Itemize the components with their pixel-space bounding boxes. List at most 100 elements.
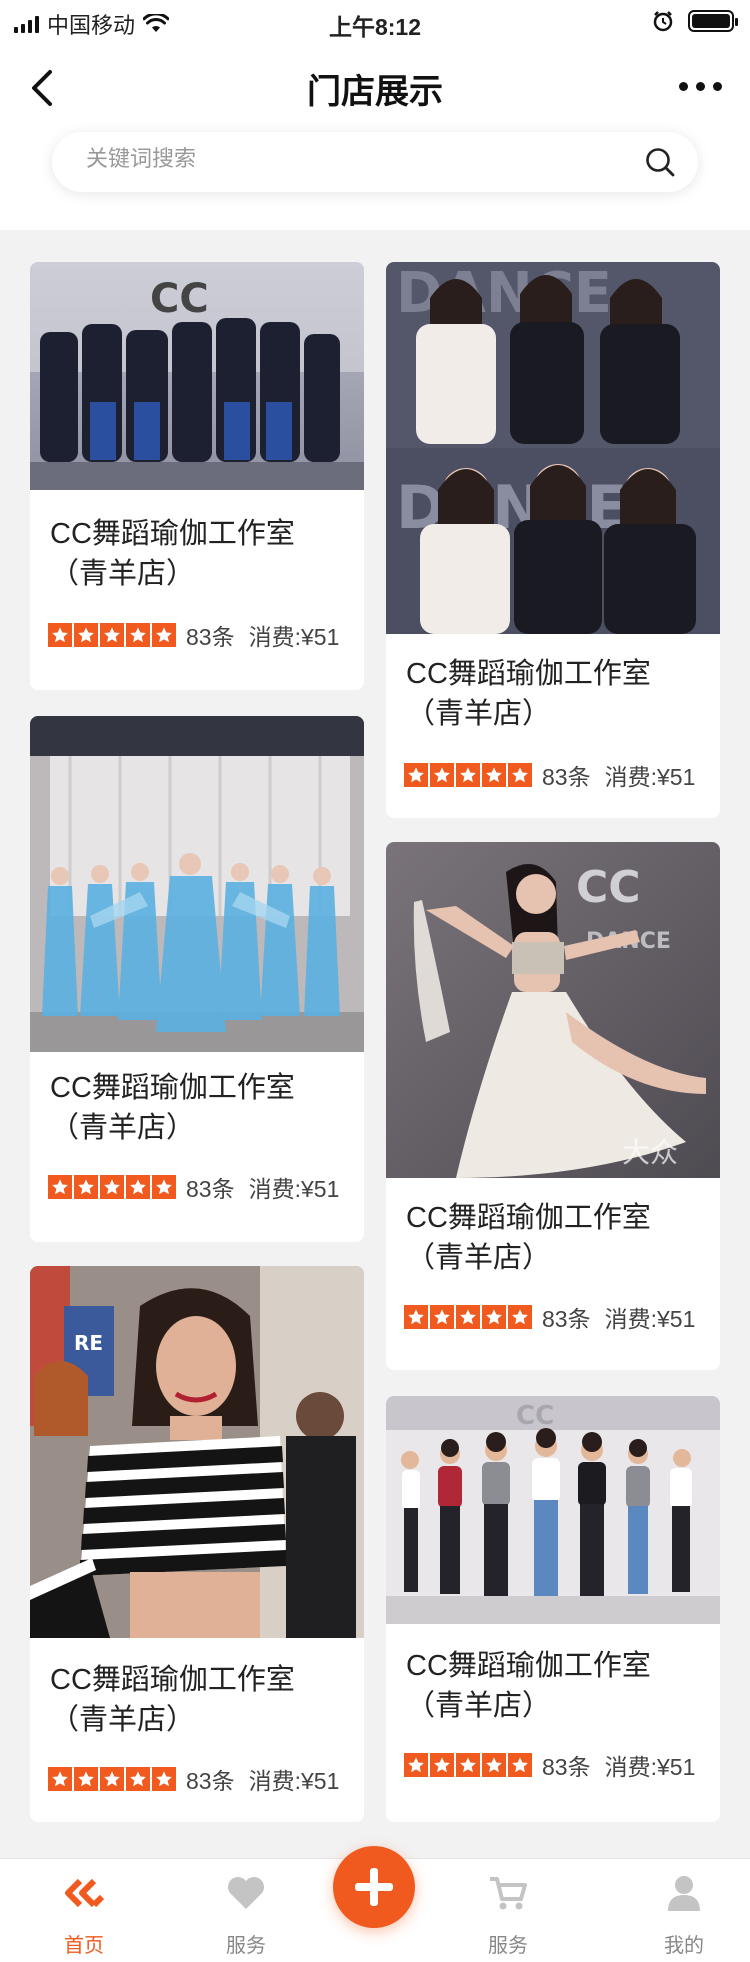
review-count: 83条 bbox=[542, 764, 591, 790]
star-icon bbox=[74, 623, 98, 647]
cost-label: 消费:¥51 bbox=[248, 1176, 340, 1202]
star-icon bbox=[456, 1753, 480, 1777]
tab-label: 我的 bbox=[664, 1935, 704, 1957]
alarm-icon bbox=[653, 11, 673, 32]
battery-icon bbox=[688, 10, 738, 32]
store-photo: CC bbox=[30, 262, 364, 490]
rating-stars bbox=[48, 1175, 176, 1199]
store-photo bbox=[30, 716, 364, 1052]
star-icon bbox=[100, 1175, 124, 1199]
tab-label: 首页 bbox=[64, 1935, 104, 1957]
svg-text:CC: CC bbox=[150, 276, 209, 322]
search-icon[interactable] bbox=[644, 146, 676, 178]
star-icon bbox=[100, 623, 124, 647]
star-icon bbox=[482, 763, 506, 787]
store-card[interactable]: CC CC舞蹈瑜伽工作室（青羊店） 83条 消费:¥51 bbox=[30, 262, 364, 690]
star-icon bbox=[152, 1767, 176, 1791]
home-logo-icon bbox=[65, 1878, 104, 1908]
store-meta: 83条 消费:¥51 bbox=[48, 1170, 339, 1204]
star-icon bbox=[152, 1175, 176, 1199]
more-icon[interactable] bbox=[679, 82, 722, 91]
rating-stars bbox=[404, 1753, 532, 1777]
review-count: 83条 bbox=[542, 1754, 591, 1780]
cost-label: 消费:¥51 bbox=[604, 1306, 696, 1332]
star-icon bbox=[508, 1753, 532, 1777]
star-icon bbox=[508, 1305, 532, 1329]
store-title: CC舞蹈瑜伽工作室（青羊店） bbox=[406, 1650, 651, 1722]
tab-service[interactable]: 服务 bbox=[196, 1859, 296, 1962]
tab-service-2[interactable]: 服务 bbox=[458, 1859, 558, 1962]
star-icon bbox=[48, 1767, 72, 1791]
store-title: CC舞蹈瑜伽工作室（青羊店） bbox=[406, 1202, 651, 1274]
tab-mine[interactable]: 我的 bbox=[634, 1859, 734, 1962]
star-icon bbox=[152, 623, 176, 647]
star-icon bbox=[126, 623, 150, 647]
rating-stars bbox=[48, 1767, 176, 1791]
search-area bbox=[0, 132, 750, 230]
rating-stars bbox=[404, 763, 532, 787]
review-count: 83条 bbox=[186, 624, 235, 650]
cart-icon bbox=[490, 1877, 527, 1910]
nav-bar: 门店展示 bbox=[0, 44, 750, 132]
search-bar bbox=[52, 132, 698, 192]
star-icon bbox=[430, 1305, 454, 1329]
star-icon bbox=[430, 1753, 454, 1777]
star-icon bbox=[126, 1767, 150, 1791]
status-right bbox=[652, 10, 738, 32]
store-card[interactable]: CC CC舞蹈瑜伽工作室（青羊店） 83条 消费:¥51 bbox=[386, 1396, 720, 1822]
store-meta: 83条 消费:¥51 bbox=[404, 758, 695, 792]
status-bar: 中国移动 上午8:12 bbox=[0, 0, 750, 44]
store-meta: 83条 消费:¥51 bbox=[404, 1300, 695, 1334]
svg-text:CC: CC bbox=[576, 862, 641, 913]
svg-text:大众: 大众 bbox=[622, 1136, 678, 1169]
star-icon bbox=[508, 763, 532, 787]
store-photo: RE bbox=[30, 1266, 364, 1638]
store-title: CC舞蹈瑜伽工作室（青羊店） bbox=[406, 658, 651, 730]
heart-icon bbox=[228, 1877, 264, 1909]
star-icon bbox=[126, 1175, 150, 1199]
star-icon bbox=[404, 1753, 428, 1777]
star-icon bbox=[482, 1305, 506, 1329]
star-icon bbox=[74, 1175, 98, 1199]
star-icon bbox=[456, 1305, 480, 1329]
store-meta: 83条 消费:¥51 bbox=[48, 1762, 339, 1796]
star-icon bbox=[430, 763, 454, 787]
rating-stars bbox=[404, 1305, 532, 1329]
tab-label: 服务 bbox=[226, 1935, 266, 1957]
store-photo: DANCE DANCE bbox=[386, 262, 720, 634]
store-title: CC舞蹈瑜伽工作室（青羊店） bbox=[50, 1664, 295, 1736]
star-icon bbox=[100, 1767, 124, 1791]
star-icon bbox=[404, 1305, 428, 1329]
cost-label: 消费:¥51 bbox=[248, 1768, 340, 1794]
star-icon bbox=[482, 1753, 506, 1777]
store-photo: CC bbox=[386, 1396, 720, 1624]
store-card[interactable]: RE CC舞蹈瑜伽工作室（青羊店） 83条 消费:¥51 bbox=[30, 1266, 364, 1822]
review-count: 83条 bbox=[186, 1768, 235, 1794]
user-icon bbox=[668, 1876, 700, 1911]
back-icon[interactable] bbox=[24, 66, 64, 110]
store-card[interactable]: CC舞蹈瑜伽工作室（青羊店） 83条 消费:¥51 bbox=[30, 716, 364, 1242]
store-title: CC舞蹈瑜伽工作室（青羊店） bbox=[50, 518, 295, 590]
add-button[interactable] bbox=[333, 1846, 415, 1928]
page-title: 门店展示 bbox=[307, 73, 443, 111]
svg-text:DANCE: DANCE bbox=[396, 262, 612, 326]
tab-home[interactable]: 首页 bbox=[34, 1859, 134, 1962]
store-card[interactable]: DANCE DANCE CC舞蹈瑜伽工作室（青羊店） 83条 消费:¥51 bbox=[386, 262, 720, 818]
svg-text:RE: RE bbox=[74, 1331, 103, 1355]
store-photo: CC DANCE 大众 bbox=[386, 842, 720, 1178]
cost-label: 消费:¥51 bbox=[604, 764, 696, 790]
search-input[interactable] bbox=[86, 146, 606, 172]
store-title: CC舞蹈瑜伽工作室（青羊店） bbox=[50, 1072, 295, 1144]
cost-label: 消费:¥51 bbox=[248, 624, 340, 650]
store-card[interactable]: CC DANCE 大众 CC舞蹈瑜伽工作室（青羊店） 83条 消费:¥51 bbox=[386, 842, 720, 1370]
star-icon bbox=[48, 1175, 72, 1199]
cost-label: 消费:¥51 bbox=[604, 1754, 696, 1780]
tab-label: 服务 bbox=[488, 1935, 528, 1957]
star-icon bbox=[48, 623, 72, 647]
rating-stars bbox=[48, 623, 176, 647]
store-meta: 83条 消费:¥51 bbox=[404, 1748, 695, 1782]
star-icon bbox=[456, 763, 480, 787]
status-time: 上午8:12 bbox=[328, 14, 422, 40]
star-icon bbox=[404, 763, 428, 787]
star-icon bbox=[74, 1767, 98, 1791]
